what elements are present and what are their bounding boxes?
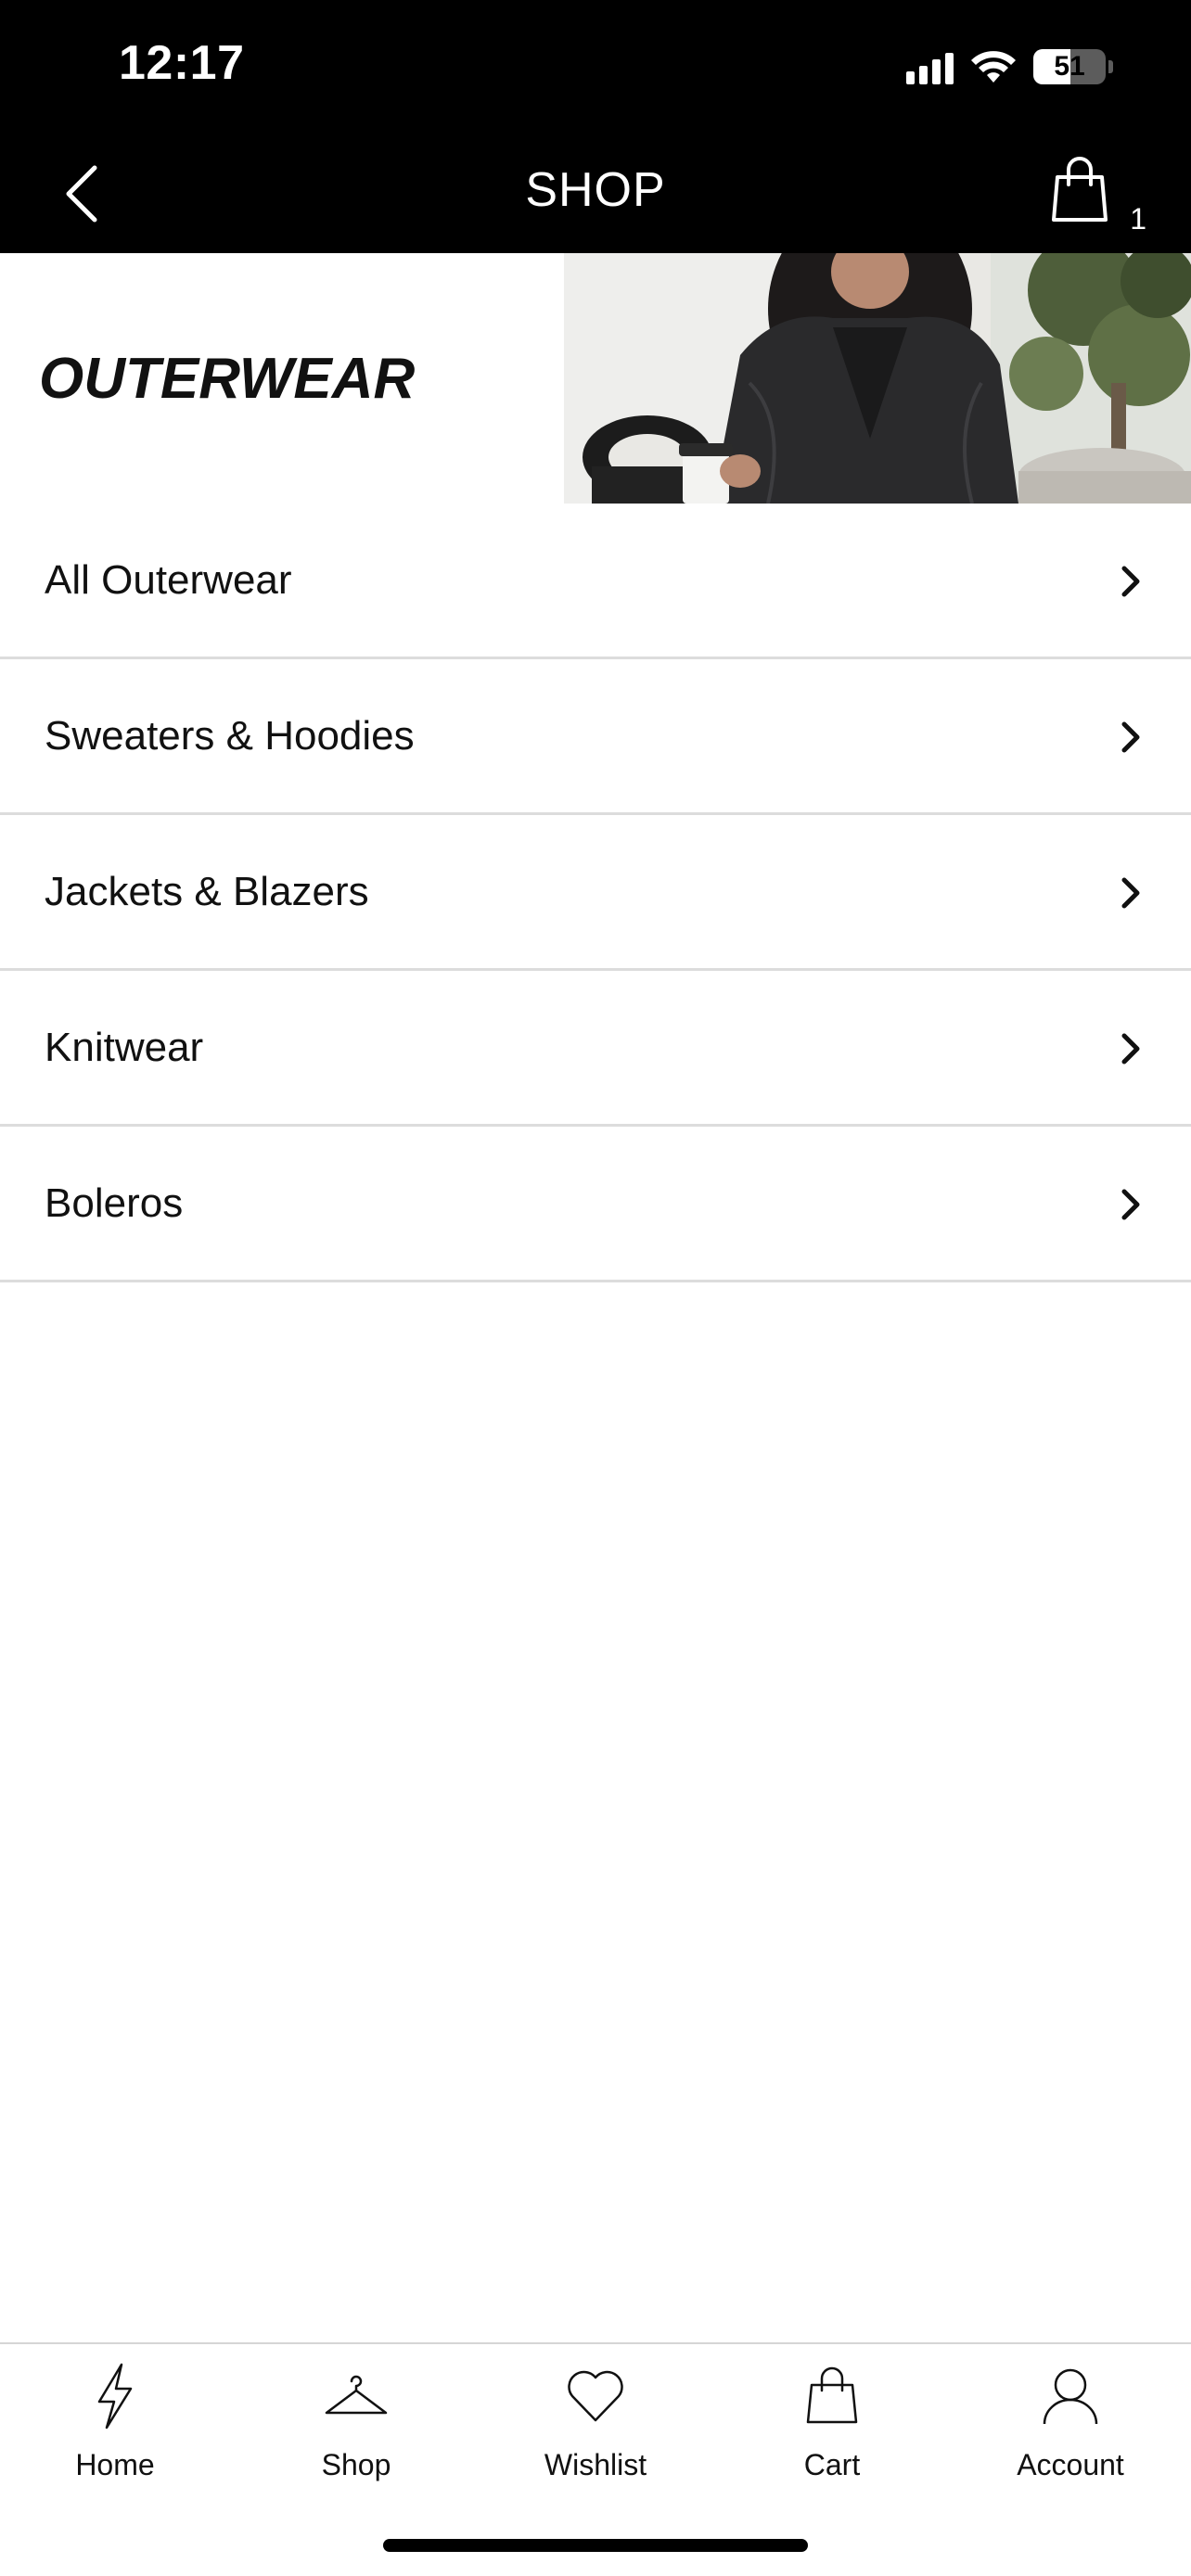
bag-icon [806,2366,858,2424]
tab-label: Account [1017,2448,1124,2481]
tab-label: Home [75,2448,155,2481]
tab-shop[interactable]: Shop [254,2363,458,2502]
chevron-right-icon [1121,566,1140,597]
category-item-sweaters-hoodies[interactable]: Sweaters & Hoodies [0,659,1191,815]
lightning-icon [97,2363,133,2429]
tab-label: Wishlist [544,2448,647,2481]
tab-cart[interactable]: Cart [730,2363,934,2502]
category-item-all-outerwear[interactable]: All Outerwear [0,504,1191,659]
shopping-bag-icon [1052,157,1108,222]
banner-title: OUTERWEAR [39,347,416,411]
hanger-icon [325,2375,388,2415]
chevron-right-icon [1121,1189,1140,1220]
cart-button[interactable]: 1 [1044,153,1146,236]
model-photo [564,253,1191,504]
tab-home[interactable]: Home [13,2363,217,2502]
heart-icon [568,2370,623,2422]
shop-page: 12:17 51 SHOP 1 OUTERWEAR All Outerwear … [0,0,1191,2576]
category-list: All Outerwear Sweaters & Hoodies Jackets… [0,504,1191,1282]
chevron-right-icon [1121,877,1140,909]
status-time: 12:17 [119,36,245,90]
category-label: Boleros [45,1180,184,1226]
page-title: SHOP [525,163,666,217]
battery-icon: 51 [1033,49,1106,84]
category-label: Knitwear [45,1024,204,1070]
category-banner[interactable]: OUTERWEAR [0,253,1191,504]
category-label: Jackets & Blazers [45,868,369,914]
status-icons: 51 [906,46,1113,87]
category-item-knitwear[interactable]: Knitwear [0,971,1191,1127]
banner-image [564,253,1191,504]
category-item-jackets-blazers[interactable]: Jackets & Blazers [0,815,1191,971]
battery-level: 51 [1054,51,1085,82]
chevron-right-icon [1121,1033,1140,1065]
cellular-signal-icon [906,49,954,84]
category-item-boleros[interactable]: Boleros [0,1127,1191,1282]
cart-count-badge: 1 [1130,202,1146,236]
category-label: All Outerwear [45,556,292,603]
wifi-icon [971,51,1016,83]
tab-label: Cart [803,2448,861,2481]
chevron-right-icon [1121,721,1140,753]
nav-header: SHOP 1 [0,134,1191,253]
tab-label: Shop [321,2448,391,2481]
tab-wishlist[interactable]: Wishlist [493,2363,698,2502]
category-label: Sweaters & Hoodies [45,712,415,759]
person-icon [1043,2368,1098,2425]
tab-account[interactable]: Account [968,2363,1172,2502]
status-bar: 12:17 51 [0,0,1191,134]
home-indicator[interactable] [383,2539,808,2552]
